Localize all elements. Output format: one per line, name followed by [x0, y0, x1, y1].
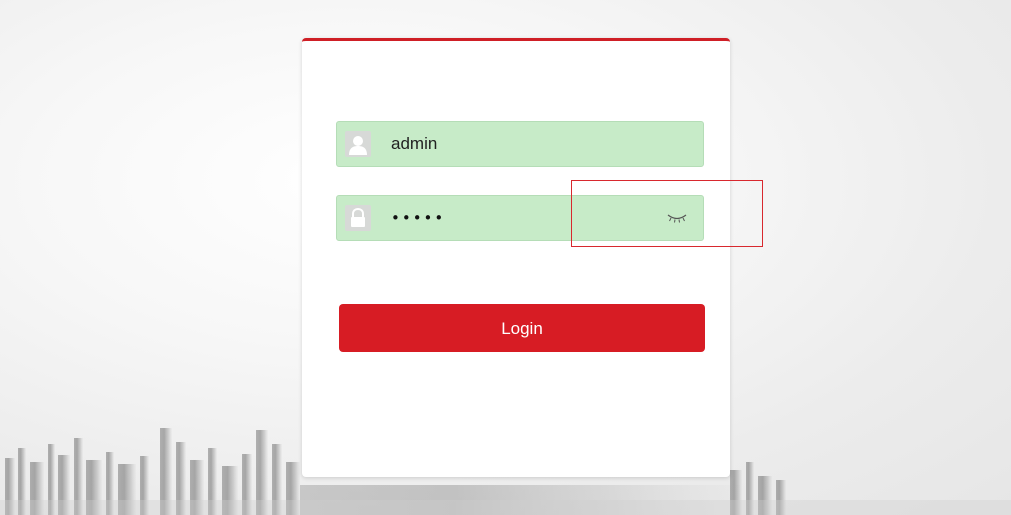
- username-field[interactable]: admin: [336, 121, 704, 167]
- password-field[interactable]: •••••: [336, 195, 704, 241]
- password-value: •••••: [391, 209, 446, 227]
- lock-icon: [345, 205, 371, 231]
- eye-closed-icon[interactable]: [665, 210, 689, 226]
- login-page: admin ••••• Login: [0, 0, 1011, 515]
- login-card: admin ••••• Login: [302, 38, 730, 477]
- user-icon: [345, 131, 371, 157]
- login-button[interactable]: Login: [339, 304, 705, 352]
- username-value: admin: [391, 134, 438, 153]
